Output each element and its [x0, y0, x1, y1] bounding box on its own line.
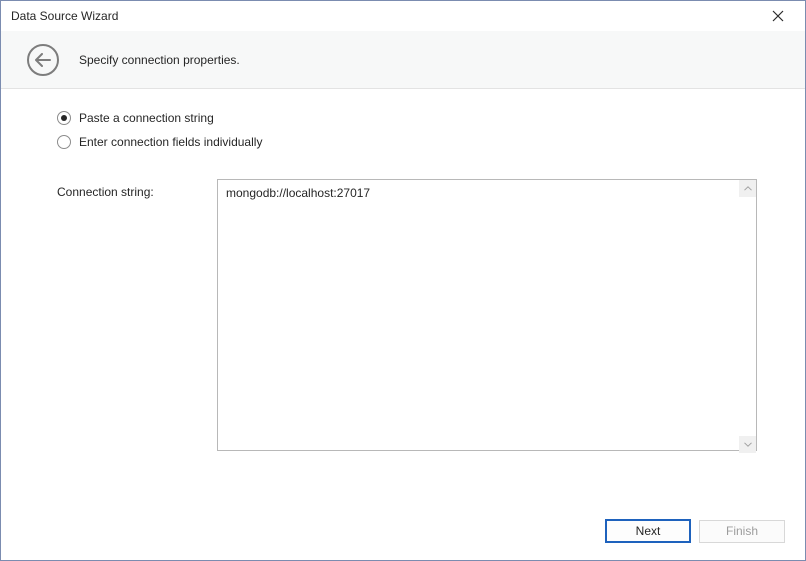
radio-label: Paste a connection string [79, 111, 214, 125]
connection-string-row: Connection string: [57, 179, 757, 454]
footer: Next Finish [1, 502, 805, 560]
wizard-window: Data Source Wizard Specify connection pr… [0, 0, 806, 561]
connection-string-label: Connection string: [57, 179, 207, 199]
connection-string-input[interactable] [217, 179, 757, 451]
radio-label: Enter connection fields individually [79, 135, 262, 149]
header-band: Specify connection properties. [1, 31, 805, 89]
header-subtitle: Specify connection properties. [79, 53, 240, 67]
close-button[interactable] [763, 1, 793, 31]
next-button[interactable]: Next [605, 519, 691, 543]
finish-button[interactable]: Finish [699, 520, 785, 543]
arrow-left-icon [35, 53, 51, 67]
close-icon [772, 10, 784, 22]
chevron-up-icon [744, 186, 752, 191]
scroll-down-button[interactable] [739, 436, 756, 453]
radio-indicator-icon [57, 111, 71, 125]
scroll-up-button[interactable] [739, 180, 756, 197]
radio-paste-connection-string[interactable]: Paste a connection string [57, 111, 757, 125]
chevron-down-icon [744, 442, 752, 447]
textarea-wrapper [217, 179, 757, 454]
content-area: Paste a connection string Enter connecti… [1, 89, 805, 502]
back-button[interactable] [27, 44, 59, 76]
connection-mode-radio-group: Paste a connection string Enter connecti… [57, 111, 757, 149]
radio-indicator-icon [57, 135, 71, 149]
window-title: Data Source Wizard [11, 9, 118, 23]
titlebar: Data Source Wizard [1, 1, 805, 31]
radio-enter-fields-individually[interactable]: Enter connection fields individually [57, 135, 757, 149]
